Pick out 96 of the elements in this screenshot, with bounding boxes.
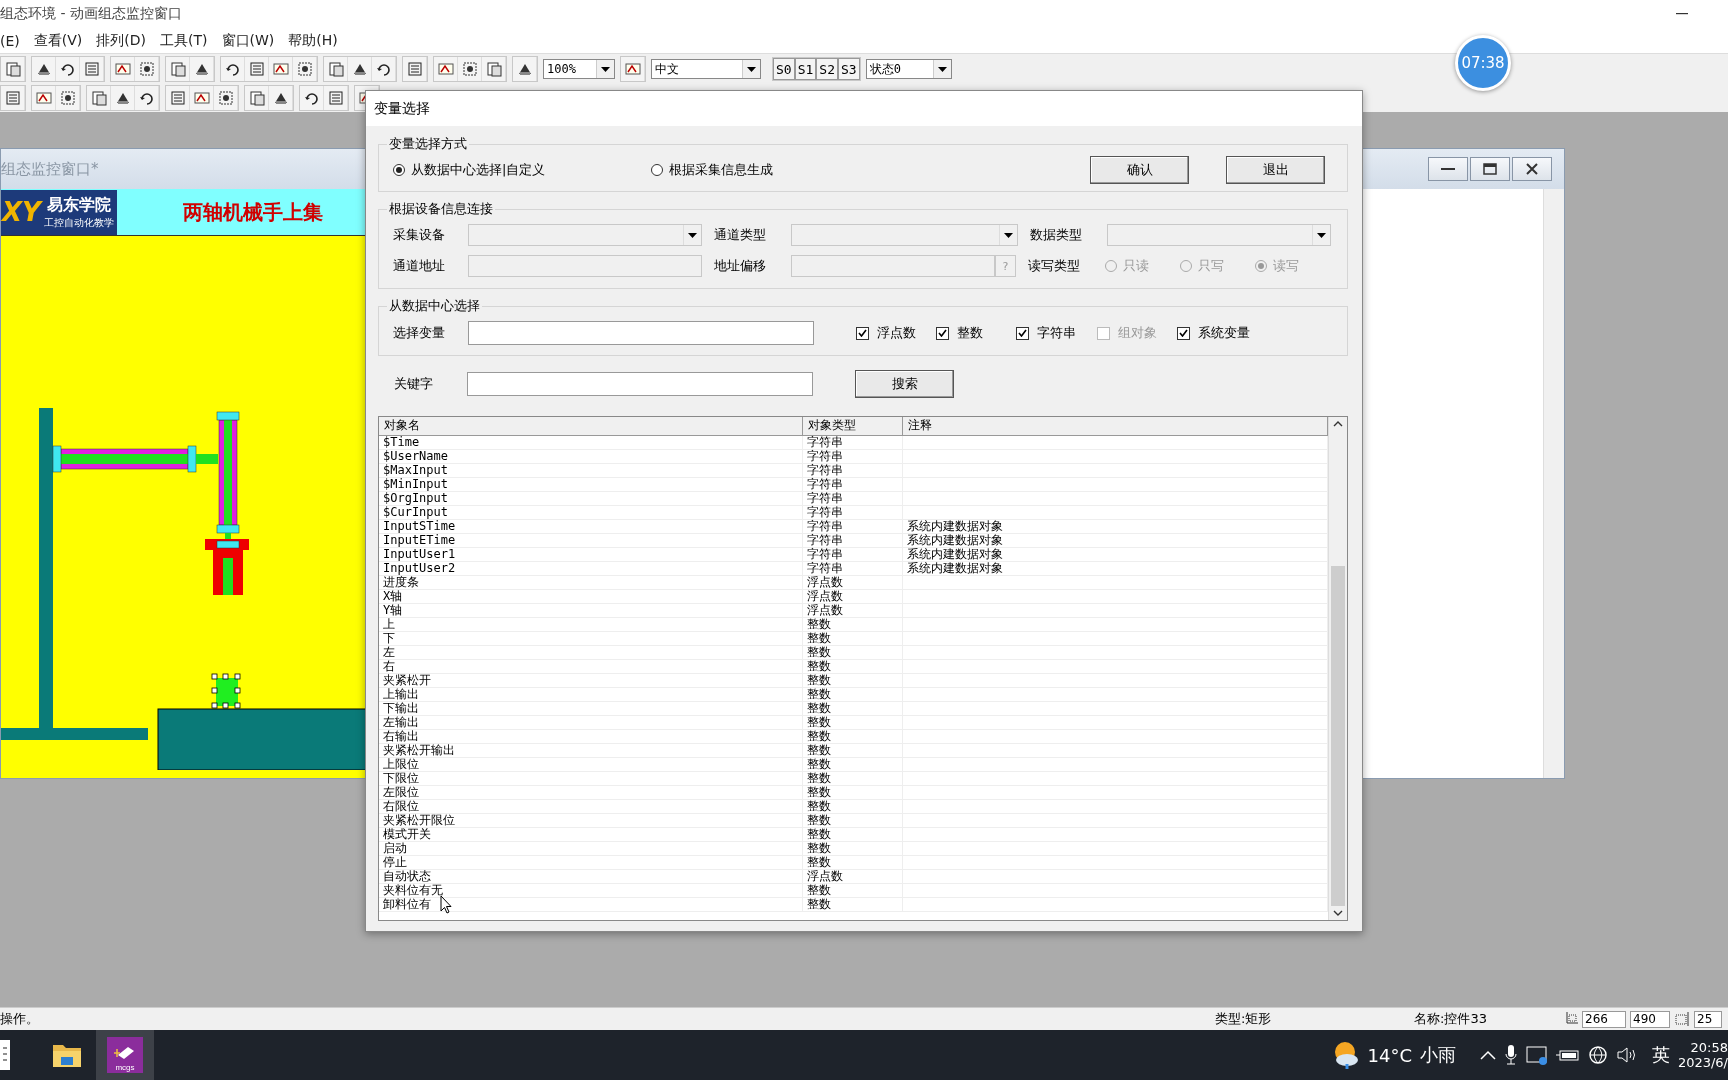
table-cell: 整数	[803, 702, 903, 715]
table-cell: 系统内建数据对象	[907, 519, 1003, 533]
group-label: 根据设备信息连接	[388, 200, 494, 218]
table-cell: 字符串	[803, 464, 903, 477]
table-cell: 下限位	[379, 772, 803, 785]
screen-heading: 两轴机械手上集	[182, 198, 323, 226]
status-text: 名称:控件33	[1414, 1010, 1488, 1028]
temperature-text: 14°C	[1367, 1044, 1412, 1066]
table-cell: InputSTime	[379, 520, 803, 533]
table-cell: 右	[379, 660, 803, 673]
field-label: 通道地址	[393, 257, 446, 275]
table-cell: 整数	[803, 814, 903, 827]
weather-text: 小雨	[1420, 1043, 1456, 1067]
table-cell: InputUser2	[379, 562, 803, 575]
table-cell: 上输出	[379, 688, 803, 701]
table-cell: 字符串	[803, 450, 903, 463]
table-cell: 整数	[803, 898, 903, 911]
table-cell: 整数	[803, 618, 903, 631]
table-cell: 字符串	[803, 534, 903, 547]
x-field: 266	[1582, 1010, 1626, 1028]
table-cell: $MaxInput	[379, 464, 803, 477]
table-cell: Y轴	[379, 604, 803, 617]
table-cell: InputETime	[379, 534, 803, 547]
table-cell: $MinInput	[379, 478, 803, 491]
field-label: 读写类型	[1028, 257, 1081, 275]
table-cell: InputUser1	[379, 548, 803, 561]
table-cell: 整数	[803, 674, 903, 687]
field-label: 地址偏移	[714, 257, 767, 275]
table-cell: 整数	[803, 660, 903, 673]
table-cell: 模式开关	[379, 828, 803, 841]
table-cell: 整数	[803, 884, 903, 897]
table-cell: 系统内建数据对象	[907, 547, 1003, 561]
table-cell: 整数	[803, 758, 903, 771]
table-cell: 字符串	[803, 492, 903, 505]
table-cell: 字符串	[803, 562, 903, 575]
window-title: 组态监控窗口*	[1, 159, 99, 179]
y-field: 490	[1630, 1010, 1670, 1028]
table-cell: 右输出	[379, 730, 803, 743]
table-cell: 左	[379, 646, 803, 659]
table-cell: 进度条	[379, 576, 803, 589]
table-cell: 字符串	[803, 520, 903, 533]
table-cell: 系统内建数据对象	[907, 561, 1003, 575]
table-cell: X轴	[379, 590, 803, 603]
table-cell: 字符串	[803, 548, 903, 561]
table-cell: 左输出	[379, 716, 803, 729]
table-cell: 停止	[379, 856, 803, 869]
table-cell: 整数	[803, 632, 903, 645]
table-cell: 整数	[803, 646, 903, 659]
table-cell: 整数	[803, 730, 903, 743]
table-cell: 整数	[803, 772, 903, 785]
table-cell: 上	[379, 618, 803, 631]
table-cell: $CurInput	[379, 506, 803, 519]
table-cell: $OrgInput	[379, 492, 803, 505]
table-cell: 夹紧松开输出	[379, 744, 803, 757]
status-text: 操作。	[0, 1010, 40, 1028]
table-cell: 右限位	[379, 800, 803, 813]
table-cell: 字符串	[803, 436, 903, 449]
table-cell: 整数	[803, 716, 903, 729]
group-label: 变量选择方式	[388, 135, 468, 153]
table-cell: 整数	[803, 842, 903, 855]
table-cell: 整数	[803, 688, 903, 701]
table-cell: 浮点数	[803, 870, 903, 883]
table-cell: 整数	[803, 800, 903, 813]
field-label: 数据类型	[1030, 226, 1083, 244]
group-label: 从数据中心选择	[388, 297, 481, 315]
dialog-title: 变量选择	[374, 99, 430, 118]
table-cell: 浮点数	[803, 590, 903, 603]
clock-time: 20:58	[1690, 1040, 1728, 1055]
field-label: 选择变量	[393, 324, 446, 342]
table-cell: 自动状态	[379, 870, 803, 883]
table-cell: $UserName	[379, 450, 803, 463]
table-cell: 启动	[379, 842, 803, 855]
table-cell: 夹紧松开	[379, 674, 803, 687]
table-cell: 字符串	[803, 478, 903, 491]
field-label: 关键字	[394, 375, 434, 393]
table-cell: 夹紧松开限位	[379, 814, 803, 827]
window-title: 组态环境 - 动画组态监控窗口	[0, 5, 182, 23]
table-cell: 下输出	[379, 702, 803, 715]
field-label: 通道类型	[714, 226, 767, 244]
table-cell: 左限位	[379, 786, 803, 799]
table-cell: 下	[379, 632, 803, 645]
table-cell: 整数	[803, 744, 903, 757]
table-cell: 整数	[803, 786, 903, 799]
table-cell: 浮点数	[803, 604, 903, 617]
table-cell: 字符串	[803, 506, 903, 519]
clock-date: 2023/6/	[1677, 1055, 1728, 1070]
status-text: 类型:矩形	[1215, 1010, 1273, 1028]
table-cell: 上限位	[379, 758, 803, 771]
table-cell: 整数	[803, 856, 903, 869]
table-cell: 整数	[803, 828, 903, 841]
field-label: 采集设备	[393, 226, 446, 244]
app-icon: mcgs	[107, 1037, 143, 1073]
table-cell: 浮点数	[803, 576, 903, 589]
table-cell: 系统内建数据对象	[907, 533, 1003, 547]
table-cell: $Time	[379, 436, 803, 449]
size-field: 25	[1694, 1010, 1722, 1028]
